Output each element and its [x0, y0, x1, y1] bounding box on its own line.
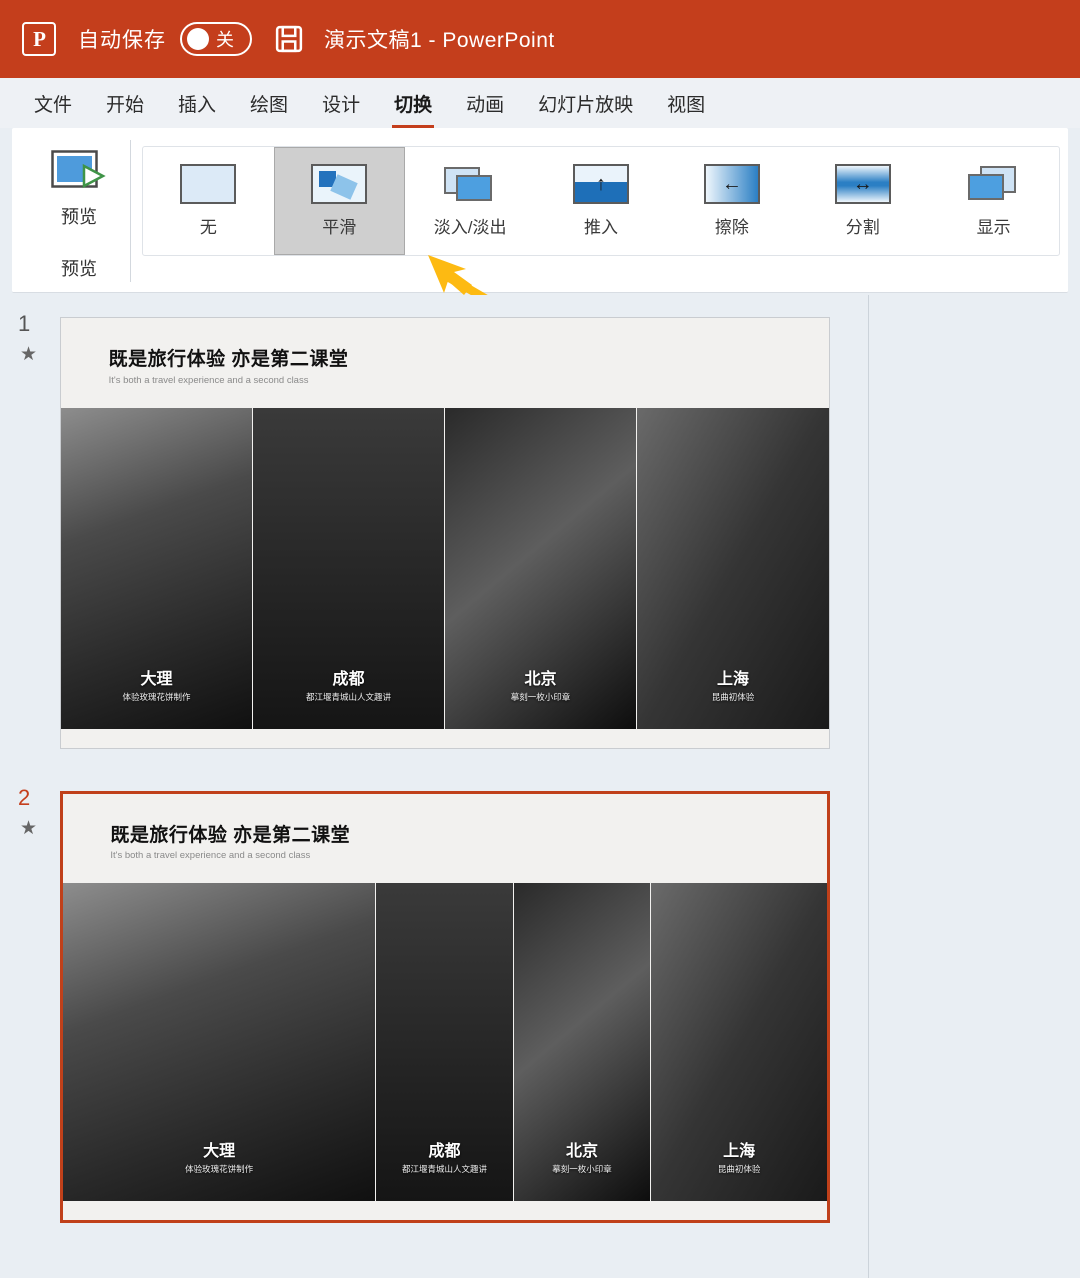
reveal-transition-icon [966, 164, 1022, 204]
slide-thumbnail[interactable]: 既是旅行体验 亦是第二课堂 It's both a travel experien… [60, 791, 830, 1223]
photo-caption: 上海 昆曲初体验 [637, 665, 829, 703]
right-pane [869, 295, 1080, 1278]
ribbon-tab-7[interactable]: 幻灯片放映 [524, 86, 647, 121]
photo-caption: 大理体验玫瑰花饼制作 [63, 1137, 375, 1175]
preview-group: 预览 预览 [32, 136, 126, 286]
photo-成都[interactable]: 成都都江堰青城山人文趣讲 [253, 408, 445, 729]
title-bar: P 自动保存 关 演示文稿1 - PowerPoint [0, 0, 1080, 78]
photo-city-label: 北京 [524, 671, 557, 689]
photo-成都[interactable]: 成都都江堰青城山人文趣讲 [376, 883, 514, 1201]
wipe-transition-icon: ← [703, 164, 760, 204]
photo-caption: 北京 摹刻一枚小印章 [445, 665, 636, 703]
ribbon-tab-1[interactable]: 开始 [92, 86, 158, 121]
autosave-label: 自动保存 [78, 29, 166, 52]
transition-label: 显示 [976, 218, 1011, 237]
transition-gallery[interactable]: 无 平滑 淡入/淡出 ↑ 推入 ← 擦除 ↔ 分割 显示 [142, 146, 1060, 256]
transition-推入[interactable]: ↑ 推入 [536, 147, 667, 255]
ribbon: 预览 预览 无 平滑 淡入/淡出 ↑ 推入 ← 擦除 ↔ 分割 显示 [12, 128, 1068, 293]
powerpoint-logo-icon: P [22, 22, 56, 56]
photo-北京[interactable]: 北京 摹刻一枚小印章 [445, 408, 637, 729]
photo-desc-label: 体验玫瑰花饼制作 [122, 692, 191, 703]
transition-label: 淡入/淡出 [433, 218, 507, 237]
photo-city-label: 北京 [566, 1143, 599, 1161]
toggle-knob [187, 28, 209, 50]
slide-title: 既是旅行体验 亦是第二课堂 [110, 824, 351, 846]
preview-button-label: 预览 [61, 207, 97, 227]
ribbon-tab-2[interactable]: 插入 [164, 86, 230, 121]
transition-label: 推入 [584, 218, 618, 237]
transition-平滑[interactable]: 平滑 [273, 147, 405, 255]
photo-上海[interactable]: 上海 昆曲初体验 [651, 883, 827, 1201]
slide-subtitle: It's both a travel experience and a seco… [110, 850, 311, 862]
ribbon-tab-3[interactable]: 绘图 [236, 86, 302, 121]
transition-淡入/淡出[interactable]: 淡入/淡出 [405, 147, 536, 255]
save-icon[interactable] [274, 24, 304, 54]
photo-desc-label: 摹刻一枚小印章 [510, 692, 571, 703]
ribbon-tab-5[interactable]: 切换 [380, 86, 446, 128]
ribbon-tab-0[interactable]: 文件 [20, 86, 86, 121]
transition-label: 分割 [845, 218, 880, 237]
play-preview-icon[interactable] [51, 150, 107, 195]
ribbon-group-divider [130, 140, 131, 282]
ribbon-tab-4[interactable]: 设计 [308, 86, 374, 121]
photo-city-label: 上海 [723, 1143, 756, 1161]
photo-大理[interactable]: 大理体验玫瑰花饼制作 [61, 408, 253, 729]
transition-indicator-star[interactable]: ★ [20, 343, 37, 366]
document-title: 演示文稿1 - PowerPoint [324, 29, 555, 52]
slide-number: 2 [18, 785, 31, 810]
autosave-toggle[interactable]: 关 [180, 22, 252, 56]
photo-desc-label: 摹刻一枚小印章 [552, 1164, 612, 1175]
transition-显示[interactable]: 显示 [928, 147, 1059, 255]
ribbon-tab-6[interactable]: 动画 [452, 86, 518, 121]
photo-city-label: 大理 [203, 1143, 236, 1161]
photo-desc-label: 体验玫瑰花饼制作 [185, 1164, 254, 1175]
photo-desc-label: 都江堰青城山人文趣讲 [305, 692, 391, 703]
ribbon-tab-bar: 文件 开始 插入 绘图 设计 切换 动画 幻灯片放映 视图 [0, 78, 1080, 128]
photo-caption: 大理体验玫瑰花饼制作 [61, 665, 252, 703]
transition-label: 无 [199, 218, 217, 237]
transition-无[interactable]: 无 [143, 147, 274, 255]
photo-strip: 大理 体验玫瑰花饼制作 成都 都江堰青城山人文趣讲 北京 摹刻一枚小印章 上海 昆曲初体验 [63, 883, 827, 1201]
photo-caption: 成都都江堰青城山人文趣讲 [253, 665, 444, 703]
photo-city-label: 成都 [428, 1143, 461, 1161]
photo-desc-label: 昆曲初体验 [717, 1164, 761, 1175]
slide-number: 1 [18, 311, 31, 336]
morph-transition-icon [311, 164, 368, 204]
transition-label: 平滑 [322, 218, 357, 237]
photo-city-label: 成都 [332, 671, 365, 689]
photo-上海[interactable]: 上海 昆曲初体验 [637, 408, 829, 729]
push-transition-icon: ↑ [573, 164, 629, 204]
photo-北京[interactable]: 北京 摹刻一枚小印章 [513, 883, 652, 1201]
ribbon-tab-8[interactable]: 视图 [653, 86, 719, 121]
photo-city-label: 大理 [140, 671, 173, 689]
photo-caption: 成都都江堰青城山人文趣讲 [376, 1137, 513, 1175]
preview-group-label: 预览 [61, 259, 97, 279]
transition-indicator-star[interactable]: ★ [20, 817, 37, 840]
photo-大理[interactable]: 大理体验玫瑰花饼制作 [63, 883, 377, 1201]
slide-subtitle: It's both a travel experience and a seco… [108, 374, 309, 386]
none-transition-icon [180, 164, 237, 204]
photo-city-label: 上海 [716, 671, 749, 689]
fade-transition-icon [442, 164, 498, 204]
photo-desc-label: 都江堰青城山人文趣讲 [401, 1164, 487, 1175]
slide-thumbnail[interactable]: 既是旅行体验 亦是第二课堂 It's both a travel experien… [60, 317, 830, 749]
powerpoint-window: P 自动保存 关 演示文稿1 - PowerPoint 文件 开始 插入 绘图 设计 切换… [0, 0, 1080, 1278]
transition-label: 擦除 [714, 218, 749, 237]
photo-caption: 北京 摹刻一枚小印章 [514, 1137, 651, 1175]
photo-caption: 上海 昆曲初体验 [651, 1137, 827, 1175]
slide-title: 既是旅行体验 亦是第二课堂 [108, 348, 349, 370]
transition-擦除[interactable]: ← 擦除 [666, 147, 797, 255]
photo-strip: 大理 体验玫瑰花饼制作 成都 都江堰青城山人文趣讲 北京 摹刻一枚小印章 上海 昆曲初体验 [61, 408, 829, 729]
photo-desc-label: 昆曲初体验 [711, 692, 755, 703]
toggle-state-label: 关 [216, 30, 234, 50]
slide-thumbnail-panel[interactable]: 1 ★ 既是旅行体验 亦是第二课堂 It's both a travel experi… [0, 295, 868, 1278]
split-transition-icon: ↔ [834, 164, 891, 204]
transition-分割[interactable]: ↔ 分割 [797, 147, 928, 255]
